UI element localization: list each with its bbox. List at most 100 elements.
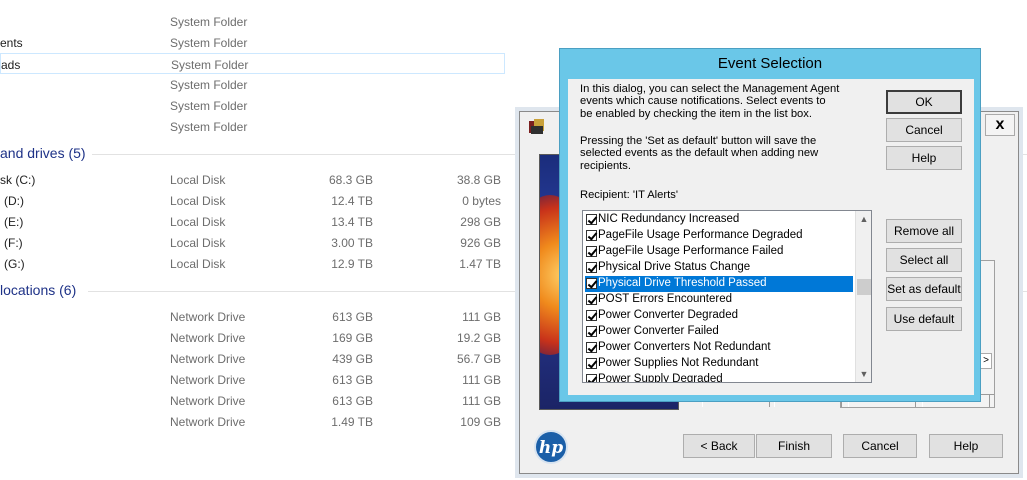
drive-name: (G:) xyxy=(4,257,25,271)
set-as-default-button[interactable]: Set as default xyxy=(886,277,962,301)
event-item[interactable]: NIC Redundancy Increased xyxy=(585,212,853,228)
drive-type: Network Drive xyxy=(170,310,246,324)
hp-logo: hp xyxy=(534,430,568,464)
help-button[interactable]: Help xyxy=(929,434,1003,458)
drive-free-space: 1.47 TB xyxy=(459,257,501,271)
event-item[interactable]: Power Supplies Not Redundant xyxy=(585,356,853,372)
event-checkbox[interactable] xyxy=(586,358,597,369)
event-item[interactable]: POST Errors Encountered xyxy=(585,292,853,308)
event-label: Power Converters Not Redundant xyxy=(598,341,771,353)
drive-type: Network Drive xyxy=(170,373,246,387)
drive-type: Local Disk xyxy=(170,257,226,271)
group-label: locations (6) xyxy=(0,282,77,298)
drive-total-size: 68.3 GB xyxy=(328,173,373,187)
event-item[interactable]: Power Converter Failed xyxy=(585,324,853,340)
drive-free-space: 19.2 GB xyxy=(456,331,501,345)
ok-button[interactable]: OK xyxy=(886,90,962,114)
event-checkbox[interactable] xyxy=(586,246,597,257)
app-icon xyxy=(529,119,544,134)
event-item[interactable]: Physical Drive Status Change xyxy=(585,260,853,276)
drive-free-space: 111 GB xyxy=(462,310,501,324)
event-label: Physical Drive Threshold Passed xyxy=(598,277,767,289)
drive-free-space: 38.8 GB xyxy=(456,173,501,187)
drive-total-size: 12.4 TB xyxy=(331,194,373,208)
event-checkbox[interactable] xyxy=(586,214,597,225)
finish-button[interactable]: Finish xyxy=(756,434,832,458)
list-item[interactable]: Network Drive 613 GB 111 GB xyxy=(0,306,505,327)
list-item[interactable]: ents System Folder xyxy=(0,32,505,53)
event-item[interactable]: PageFile Usage Performance Failed xyxy=(585,244,853,260)
drive-total-size: 613 GB xyxy=(332,394,373,408)
scrollbar-thumb[interactable] xyxy=(857,279,871,295)
event-item[interactable]: Power Supply Degraded xyxy=(585,372,853,383)
event-item[interactable]: Power Converters Not Redundant xyxy=(585,340,853,356)
list-item[interactable]: System Folder xyxy=(0,95,505,116)
list-item[interactable]: (G:) Local Disk 12.9 TB 1.47 TB xyxy=(0,253,505,274)
list-item[interactable]: (D:) Local Disk 12.4 TB 0 bytes xyxy=(0,190,505,211)
drive-name: (F:) xyxy=(4,236,23,250)
event-checkbox[interactable] xyxy=(586,294,597,305)
event-checkbox[interactable] xyxy=(586,310,597,321)
item-type: System Folder xyxy=(171,58,249,72)
cancel-button[interactable]: Cancel xyxy=(886,118,962,142)
close-icon[interactable]: x xyxy=(985,114,1015,136)
list-item[interactable]: Network Drive 439 GB 56.7 GB xyxy=(0,348,505,369)
item-type: System Folder xyxy=(170,36,248,50)
drive-total-size: 613 GB xyxy=(332,373,373,387)
scroll-up-icon[interactable]: ▲ xyxy=(857,211,871,227)
event-label: Power Supply Degraded xyxy=(598,373,723,383)
list-item[interactable]: sk (C:) Local Disk 68.3 GB 38.8 GB xyxy=(0,169,505,190)
event-label: Power Converter Degraded xyxy=(598,309,738,321)
dialog-title[interactable]: Event Selection xyxy=(560,49,980,79)
list-item[interactable]: System Folder xyxy=(0,74,505,95)
cancel-button[interactable]: Cancel xyxy=(843,434,917,458)
event-checkbox[interactable] xyxy=(586,262,597,273)
list-item[interactable]: System Folder xyxy=(0,11,505,32)
back-button[interactable]: < Back xyxy=(683,434,755,458)
drive-type: Local Disk xyxy=(170,236,226,250)
drive-free-space: 111 GB xyxy=(462,394,501,408)
drive-type: Network Drive xyxy=(170,352,246,366)
item-type: System Folder xyxy=(170,120,248,134)
event-item[interactable]: PageFile Usage Performance Degraded xyxy=(585,228,853,244)
use-default-button[interactable]: Use default xyxy=(886,307,962,331)
drive-type: Local Disk xyxy=(170,173,226,187)
select-all-button[interactable]: Select all xyxy=(886,248,962,272)
drive-type: Network Drive xyxy=(170,331,246,345)
event-checkbox[interactable] xyxy=(586,230,597,241)
events-listbox[interactable]: NIC Redundancy Increased PageFile Usage … xyxy=(582,210,872,383)
list-item[interactable]: Network Drive 169 GB 19.2 GB xyxy=(0,327,505,348)
list-item[interactable]: Network Drive 613 GB 111 GB xyxy=(0,390,505,411)
list-item-selected[interactable]: ads System Folder xyxy=(0,53,505,74)
vertical-scrollbar[interactable]: ▲ ▼ xyxy=(855,211,871,382)
event-label: NIC Redundancy Increased xyxy=(598,213,740,225)
drive-name: sk (C:) xyxy=(0,173,36,187)
event-item[interactable]: Power Converter Degraded xyxy=(585,308,853,324)
list-item[interactable]: Network Drive 1.49 TB 109 GB xyxy=(0,411,505,432)
drive-total-size: 12.9 TB xyxy=(331,257,373,271)
drive-name: (D:) xyxy=(4,194,24,208)
drive-type: Local Disk xyxy=(170,215,226,229)
list-item[interactable]: System Folder xyxy=(0,116,505,137)
event-checkbox[interactable] xyxy=(586,326,597,337)
item-type: System Folder xyxy=(170,78,248,92)
drive-free-space: 109 GB xyxy=(460,415,501,429)
event-checkbox[interactable] xyxy=(586,278,597,289)
drive-name: (E:) xyxy=(4,215,24,229)
event-checkbox[interactable] xyxy=(586,342,597,353)
remove-all-button[interactable]: Remove all xyxy=(886,219,962,243)
drive-free-space: 298 GB xyxy=(460,215,501,229)
drive-total-size: 1.49 TB xyxy=(331,415,373,429)
drive-type: Network Drive xyxy=(170,394,246,408)
event-label: PageFile Usage Performance Degraded xyxy=(598,229,803,241)
default-note-text: Pressing the 'Set as default' button wil… xyxy=(580,135,819,172)
event-item-selected[interactable]: Physical Drive Threshold Passed xyxy=(585,276,853,292)
scroll-right-icon[interactable]: > xyxy=(980,353,992,369)
help-button[interactable]: Help xyxy=(886,146,962,170)
list-item[interactable]: (F:) Local Disk 3.00 TB 926 GB xyxy=(0,232,505,253)
drive-type: Network Drive xyxy=(170,415,246,429)
list-item[interactable]: (E:) Local Disk 13.4 TB 298 GB xyxy=(0,211,505,232)
list-item[interactable]: Network Drive 613 GB 111 GB xyxy=(0,369,505,390)
scroll-down-icon[interactable]: ▼ xyxy=(857,366,871,382)
event-checkbox[interactable] xyxy=(586,374,597,382)
